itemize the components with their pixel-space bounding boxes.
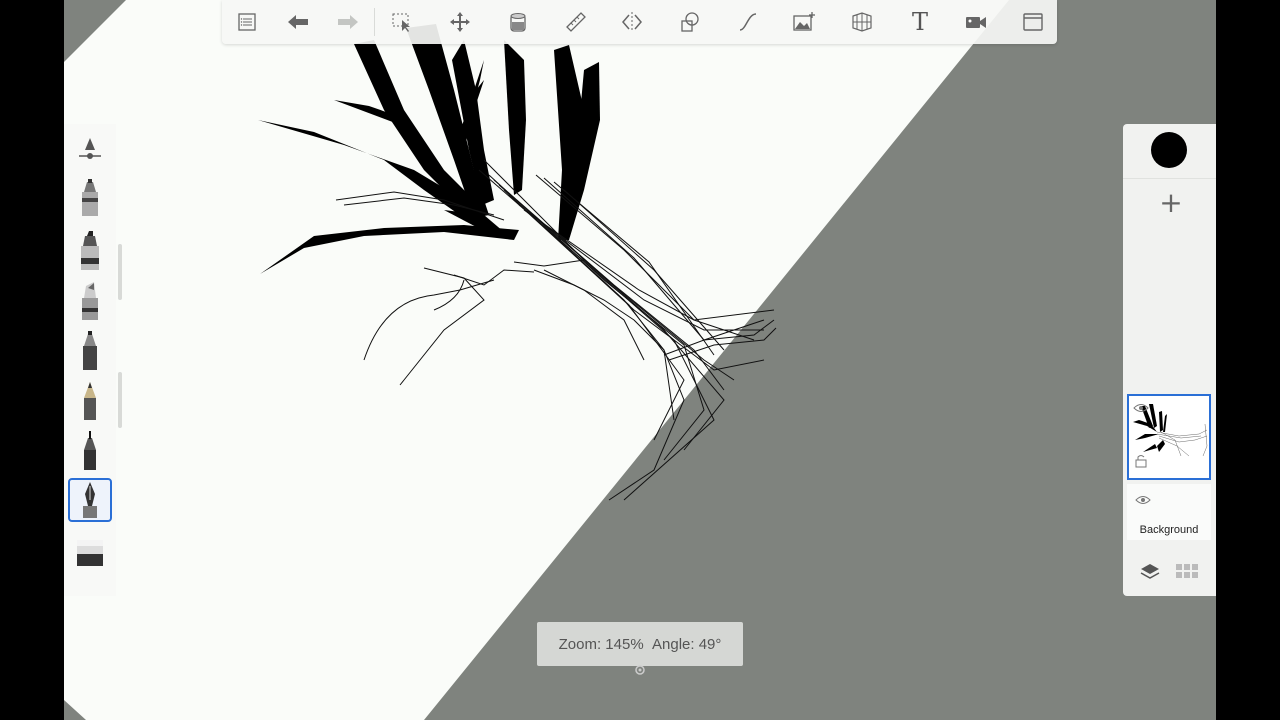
layer-name: Background [1139,524,1199,536]
popup-gap [644,636,652,653]
undo-icon[interactable] [282,6,314,38]
visibility-eye-icon[interactable] [1135,494,1151,506]
airbrush[interactable] [68,176,112,220]
panel-divider [1123,178,1216,179]
text-tool-label: T [911,8,928,36]
redo-icon[interactable] [332,6,364,38]
fineliner[interactable] [68,428,112,472]
pencil[interactable] [68,378,112,422]
toolbar-divider [374,8,375,36]
ruler-icon[interactable] [560,6,592,38]
text-icon[interactable]: T [904,6,936,38]
symmetry-icon[interactable] [616,6,648,38]
fullscreen-icon[interactable] [1017,6,1049,38]
menu-icon[interactable] [231,6,263,38]
zoom-level: Zoom: 145% [558,635,644,653]
perspective-icon[interactable] [846,6,878,38]
add-layer-button[interactable]: + [1153,184,1189,220]
eraser[interactable] [68,530,112,574]
curve-icon[interactable] [732,6,764,38]
color-swatch[interactable] [1151,132,1187,168]
sketch-app: T + Background Zoom: 145% Angle: 49° [64,0,1216,720]
record-icon[interactable] [960,6,992,38]
visibility-eye-icon[interactable] [1133,402,1149,414]
layer-background[interactable]: Background [1127,484,1211,540]
drawing-canvas[interactable] [64,0,1216,720]
chisel-marker[interactable] [68,278,112,322]
rotation-angle: Angle: 49° [652,635,722,653]
marker[interactable] [68,228,112,272]
rotation-pivot-icon [635,665,645,675]
layer-panel: + Background [1123,124,1216,596]
pen[interactable] [68,328,112,372]
ballpoint-pen[interactable] [68,478,112,522]
brush-settings-icon[interactable] [68,126,112,170]
fill-icon[interactable] [502,6,534,38]
top-toolbar: T [222,0,1057,44]
zoom-angle-indicator: Zoom: 145% Angle: 49° [537,622,743,666]
paper [64,0,1009,720]
selection-icon[interactable] [386,6,418,38]
brush-palette [64,124,116,596]
grid-icon[interactable] [1175,560,1199,582]
layer-lock-icon[interactable] [1135,454,1147,468]
transform-icon[interactable] [444,6,476,38]
shape-icon[interactable] [674,6,706,38]
layers-icon[interactable] [1139,560,1161,582]
image-icon[interactable] [788,6,820,38]
palette-scrollbar[interactable] [118,244,122,300]
layer-thumbnail-selected[interactable] [1127,394,1211,480]
palette-scrollbar-lower[interactable] [118,372,122,428]
